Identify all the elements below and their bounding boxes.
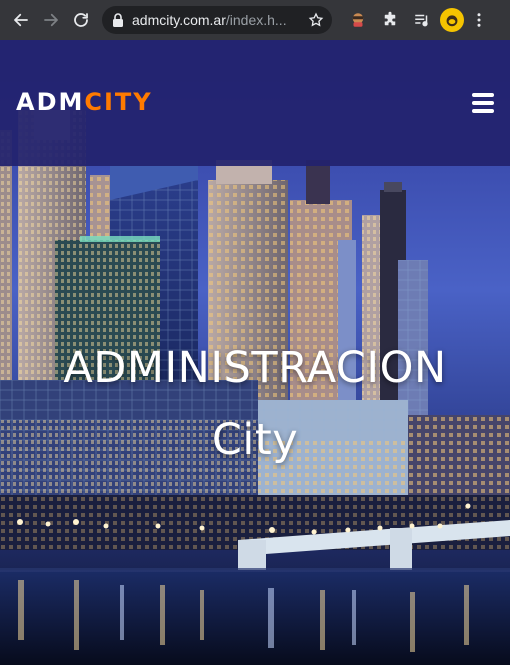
- hamburger-bar: [472, 93, 494, 97]
- more-vertical-icon: [477, 13, 481, 27]
- extensions-button[interactable]: [376, 6, 404, 34]
- hamburger-bar: [472, 109, 494, 113]
- media-queue-icon: [415, 14, 428, 27]
- back-button[interactable]: [6, 5, 36, 35]
- reload-button[interactable]: [66, 5, 96, 35]
- logo-text-city: CITY: [84, 88, 153, 116]
- page-viewport: ADMCITY ADMINISTRACION City: [0, 40, 510, 665]
- profile-avatar-button[interactable]: [440, 8, 464, 32]
- arrow-right-icon: [44, 13, 58, 27]
- browser-toolbar: admcity.com.ar /index.h...: [0, 0, 510, 40]
- puzzle-icon: [384, 11, 396, 26]
- url-path: /index.h...: [225, 12, 287, 28]
- forward-button[interactable]: [36, 5, 66, 35]
- extension-avatar-icon: [352, 13, 364, 27]
- site-logo[interactable]: ADMCITY: [16, 88, 153, 116]
- hero-title: ADMINISTRACION City: [0, 332, 510, 476]
- browser-menu-button[interactable]: [468, 6, 490, 34]
- hamburger-bar: [472, 101, 494, 105]
- star-icon[interactable]: [308, 12, 324, 28]
- extension-avatar-button[interactable]: [344, 6, 372, 34]
- url-host: admcity.com.ar: [132, 12, 226, 28]
- hero-title-line2: City: [211, 415, 299, 465]
- address-bar[interactable]: admcity.com.ar /index.h...: [102, 6, 332, 34]
- arrow-left-icon: [14, 13, 28, 27]
- site-header: ADMCITY: [0, 40, 510, 166]
- lock-icon: [113, 13, 123, 27]
- reload-icon: [74, 13, 88, 27]
- hero-title-line1: ADMINISTRACION: [63, 343, 447, 393]
- hamburger-menu-icon[interactable]: [472, 93, 494, 113]
- logo-text-adm: ADM: [16, 88, 85, 116]
- media-queue-button[interactable]: [408, 6, 436, 34]
- profile-avatar-icon: [443, 11, 461, 29]
